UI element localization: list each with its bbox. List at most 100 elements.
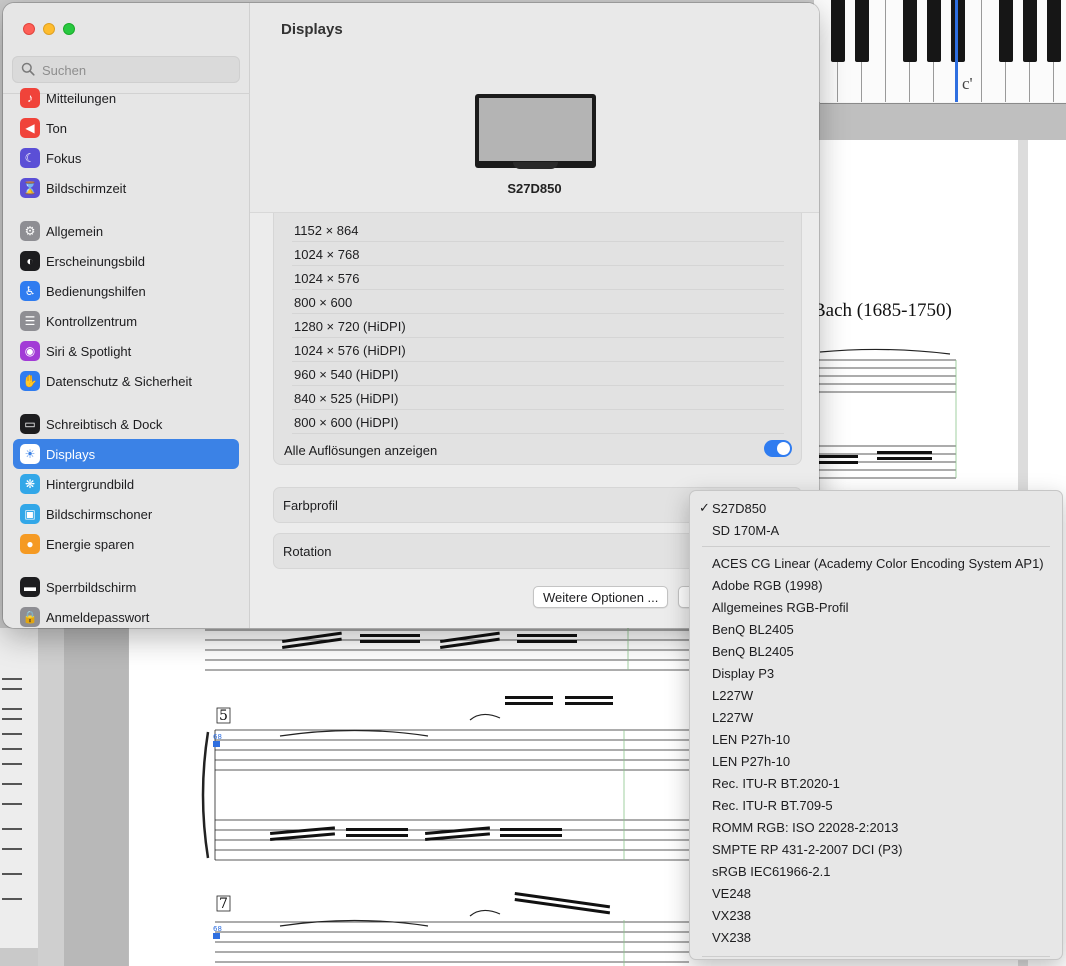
resolution-option[interactable]: 1024 × 576: [292, 266, 784, 290]
minimize-window-button[interactable]: [43, 23, 55, 35]
resolution-label: 1024 × 576 (HiDPI): [294, 343, 406, 358]
menu-item-color-profile[interactable]: sRGB IEC61966-2.1: [690, 860, 1062, 882]
sidebar-item-label: Fokus: [46, 151, 82, 166]
sidebar-item-energie-sparen[interactable]: ● Energie sparen: [13, 529, 239, 559]
menu-item-label: BenQ BL2405: [712, 644, 794, 659]
menu-item-label: Display P3: [712, 666, 775, 681]
menu-item-color-profile[interactable]: VE248: [690, 882, 1062, 904]
appearance-icon: ◐: [20, 251, 40, 271]
menu-item-color-profile[interactable]: LEN P27h-10: [690, 728, 1062, 750]
tempo-badge: 68: [213, 733, 222, 741]
resolution-option[interactable]: 1280 × 720 (HiDPI): [292, 314, 784, 338]
menu-item-color-profile[interactable]: Display P3: [690, 662, 1062, 684]
resolution-option[interactable]: 1024 × 576 (HiDPI): [292, 338, 784, 362]
resolution-option[interactable]: 960 × 540 (HiDPI): [292, 362, 784, 386]
menu-item-color-profile[interactable]: Rec. ITU-R BT.2020-1: [690, 772, 1062, 794]
sidebar-item-bildschirmschoner[interactable]: ▣ Bildschirmschoner: [13, 499, 239, 529]
search-icon: [21, 62, 35, 76]
checkmark-icon: ✓: [699, 500, 710, 515]
resolution-label: 1024 × 576: [294, 271, 360, 286]
menu-item-color-profile[interactable]: L227W: [690, 706, 1062, 728]
menu-item-label: LEN P27h-10: [712, 754, 791, 769]
resolution-label: 1024 × 768: [294, 247, 360, 262]
menu-item-color-profile[interactable]: ROMM RGB: ISO 22028-2:2013: [690, 816, 1062, 838]
resolution-list: Alle Auflösungen anzeigen 1152 × 864 1024…: [273, 213, 802, 465]
menu-item-color-profile[interactable]: VX238: [690, 926, 1062, 948]
resolution-option[interactable]: 1024 × 768: [292, 242, 784, 266]
menu-item-color-profile[interactable]: BenQ BL2405: [690, 640, 1062, 662]
gear-icon: ⚙: [20, 221, 40, 241]
sidebar-item-allgemein[interactable]: ⚙ Allgemein: [13, 216, 239, 246]
lightbulb-icon: ●: [20, 534, 40, 554]
sidebar-item-kontrollzentrum[interactable]: ☰ Kontrollzentrum: [13, 306, 239, 336]
siri-icon: ◉: [20, 341, 40, 361]
resolution-label: 800 × 600 (HiDPI): [294, 415, 399, 430]
menu-item-label: Rec. ITU-R BT.709-5: [712, 798, 833, 813]
sidebar-item-label: Mitteilungen: [46, 91, 117, 106]
sidebar-item-label: Sperrbildschirm: [46, 580, 137, 595]
close-window-button[interactable]: [23, 23, 35, 35]
sidebar-item-fokus[interactable]: ☾ Fokus: [13, 143, 239, 173]
resolution-option[interactable]: 840 × 525 (HiDPI): [292, 386, 784, 410]
bell-icon: ♪: [20, 88, 40, 108]
sidebar-item-label: Anmeldepasswort: [46, 610, 150, 625]
tempo-badge: 68: [213, 925, 222, 933]
menu-item-color-profile[interactable]: SMPTE RP 431-2-2007 DCI (P3): [690, 838, 1062, 860]
sidebar-item-label: Erscheinungsbild: [46, 254, 146, 269]
menu-item-label: S27D850: [712, 501, 767, 516]
sidebar-item-anmeldepasswort[interactable]: 🔒 Anmeldepasswort: [13, 602, 239, 628]
lockscreen-icon: ▬: [20, 577, 40, 597]
resolution-option[interactable]: 800 × 600 (HiDPI): [292, 410, 784, 434]
menu-item-label: sRGB IEC61966-2.1: [712, 864, 831, 879]
sidebar-item-label: Bildschirmschoner: [46, 507, 153, 522]
menu-item-color-profile[interactable]: L227W: [690, 684, 1062, 706]
sidebar-item-bildschirmzeit[interactable]: ⌛ Bildschirmzeit: [13, 173, 239, 203]
sidebar-item-bedienungshilfen[interactable]: ♿ Bedienungshilfen: [13, 276, 239, 306]
menu-item-label: Adobe RGB (1998): [712, 578, 823, 593]
measure-number: 7: [219, 896, 228, 912]
menu-item-label: SMPTE RP 431-2-2007 DCI (P3): [712, 842, 903, 857]
accessibility-icon: ♿: [20, 281, 40, 301]
sidebar-item-erscheinungsbild[interactable]: ◐ Erscheinungsbild: [13, 246, 239, 276]
search-placeholder: Suchen: [42, 63, 87, 78]
menu-item-color-profile[interactable]: Rec. ITU-R BT.709-5: [690, 794, 1062, 816]
sidebar-item-label: Datenschutz & Sicherheit: [46, 374, 192, 389]
search-field[interactable]: Suchen: [12, 56, 240, 83]
sidebar-item-label: Siri & Spotlight: [46, 344, 132, 359]
more-options-button[interactable]: Weitere Optionen ...: [533, 586, 669, 608]
zoom-window-button[interactable]: [63, 23, 75, 35]
sidebar-item-label: Hintergrundbild: [46, 477, 135, 492]
sidebar-item-schreibtisch-dock[interactable]: ▭ Schreibtisch & Dock: [13, 409, 239, 439]
hand-icon: ✋: [20, 371, 40, 391]
sidebar-item-displays[interactable]: ☀ Displays: [13, 439, 239, 469]
monitor-icon[interactable]: [475, 94, 596, 169]
sidebar-item-siri-spotlight[interactable]: ◉ Siri & Spotlight: [13, 336, 239, 366]
resolution-option[interactable]: 800 × 600: [292, 290, 784, 314]
menu-item-label: L227W: [712, 710, 754, 725]
menu-item-color-profile[interactable]: LEN P27h-10: [690, 750, 1062, 772]
resolution-label: 800 × 600: [294, 295, 353, 310]
sidebar-item-sperrbildschirm[interactable]: ▬ Sperrbildschirm: [13, 572, 239, 602]
sidebar-item-ton[interactable]: ◀ Ton: [13, 113, 239, 143]
dock-icon: ▭: [20, 414, 40, 434]
sidebar-item-mitteilungen[interactable]: ♪ Mitteilungen: [13, 83, 239, 113]
show-all-resolutions-toggle[interactable]: [764, 440, 792, 457]
menu-item-label: SD 170M-A: [712, 523, 780, 538]
resolution-label: 840 × 525 (HiDPI): [294, 391, 399, 406]
menu-item-color-profile[interactable]: ✓ S27D850: [690, 497, 1062, 519]
sidebar-item-hintergrundbild[interactable]: ❋ Hintergrundbild: [13, 469, 239, 499]
menu-item-color-profile[interactable]: BenQ BL2405: [690, 618, 1062, 640]
resolution-option[interactable]: 1152 × 864: [292, 218, 784, 242]
sidebar-item-label: Energie sparen: [46, 537, 135, 552]
menu-item-color-profile[interactable]: ACES CG Linear (Academy Color Encoding S…: [690, 552, 1062, 574]
menu-item-color-profile[interactable]: VX238: [690, 904, 1062, 926]
display-arrangement: Displays S27D850: [250, 3, 819, 213]
sidebar-item-datenschutz-sicherheit[interactable]: ✋ Datenschutz & Sicherheit: [13, 366, 239, 396]
sidebar-item-label: Bildschirmzeit: [46, 181, 127, 196]
menu-item-color-profile[interactable]: Allgemeines RGB-Profil: [690, 596, 1062, 618]
menu-item-label: ROMM RGB: ISO 22028-2:2013: [712, 820, 899, 835]
sidebar-item-label: Ton: [46, 121, 67, 136]
menu-item-color-profile[interactable]: Adobe RGB (1998): [690, 574, 1062, 596]
menu-item-label: Rec. ITU-R BT.2020-1: [712, 776, 840, 791]
menu-item-color-profile[interactable]: SD 170M-A: [690, 519, 1062, 541]
